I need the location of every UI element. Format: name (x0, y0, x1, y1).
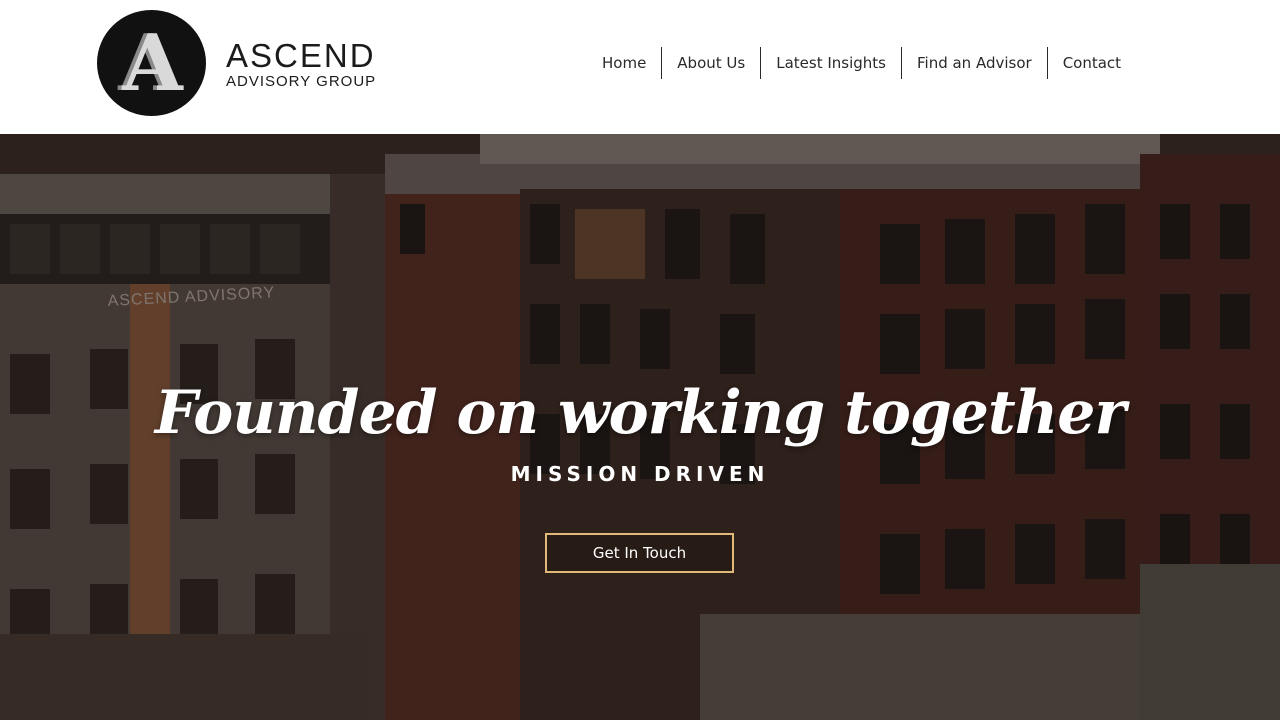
hero-headline: Founded on working together (154, 378, 1126, 448)
logo-emblem: A (97, 10, 206, 116)
main-nav: Home About Us Latest Insights Find an Ad… (587, 47, 1136, 79)
logo-wordmark: ASCEND ADVISORY GROUP (226, 10, 376, 116)
nav-item-find-an-advisor[interactable]: Find an Advisor (900, 47, 1047, 79)
hero-section: ASCEND ADVISORY Founded on working toget… (0, 134, 1280, 720)
get-in-touch-button[interactable]: Get In Touch (545, 533, 734, 573)
nav-item-contact[interactable]: Contact (1046, 47, 1136, 79)
nav-item-latest-insights[interactable]: Latest Insights (760, 47, 901, 79)
hero-subheadline: MISSION DRIVEN (510, 462, 770, 486)
nav-item-home[interactable]: Home (587, 47, 661, 79)
site-header: A ASCEND ADVISORY GROUP Home About Us La… (0, 0, 1280, 134)
nav-item-about-us[interactable]: About Us (661, 47, 760, 79)
brand-logo[interactable]: A ASCEND ADVISORY GROUP (97, 10, 377, 116)
logo-letter: A (122, 17, 183, 109)
brand-name: ASCEND (226, 37, 376, 74)
brand-subtitle: ADVISORY GROUP (226, 73, 377, 90)
